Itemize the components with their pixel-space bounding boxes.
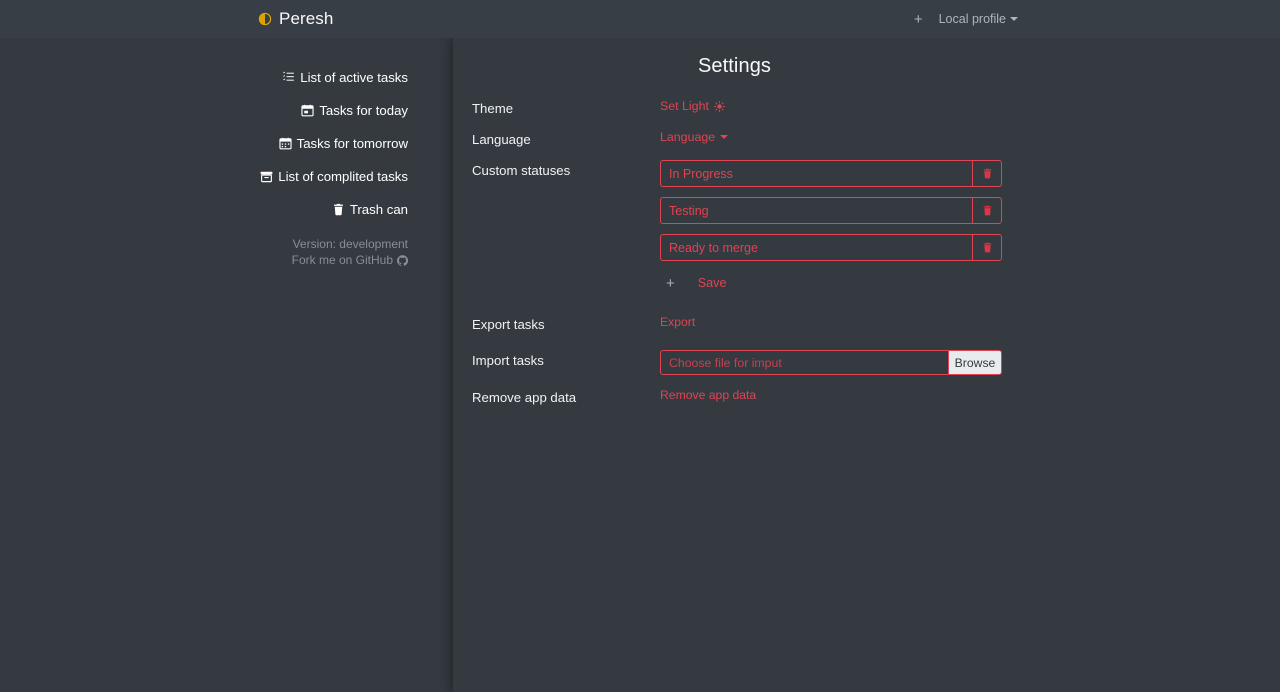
set-theme-label: Set Light xyxy=(660,99,709,113)
remove-app-data-button[interactable]: Remove app data xyxy=(660,387,756,403)
trash-icon xyxy=(332,203,345,216)
row-remove-app-data: Remove app data Remove app data xyxy=(472,387,994,417)
sidebar-nav-list: List of active tasks Tasks for today Tas… xyxy=(0,61,453,226)
export-tasks-label: Export tasks xyxy=(472,317,545,332)
trash-icon xyxy=(982,205,993,216)
plus-icon[interactable]: + xyxy=(914,12,923,27)
page-title: Settings xyxy=(697,55,772,77)
status-input[interactable] xyxy=(660,197,972,224)
row-theme: Theme Set Light xyxy=(472,98,994,129)
caret-down-icon xyxy=(720,135,729,139)
right-empty-area xyxy=(1016,38,1280,692)
sidebar-item-label: Tasks for tomorrow xyxy=(296,136,408,151)
language-label: Language xyxy=(472,132,531,147)
brand-name: Peresh xyxy=(279,9,334,28)
fork-on-github-link[interactable]: Fork me on GitHub xyxy=(292,252,408,268)
row-import-tasks: Import tasks Browse xyxy=(472,350,1002,387)
list-check-icon xyxy=(282,71,295,84)
sidebar-item-label: List of active tasks xyxy=(300,70,408,85)
language-dropdown[interactable]: Language xyxy=(660,129,729,145)
custom-statuses-label: Custom statuses xyxy=(472,163,571,178)
top-navbar: Peresh + Local profile xyxy=(0,0,1280,38)
settings-panel: Settings Theme Set Light Language Langua… xyxy=(453,38,1016,692)
sun-icon xyxy=(714,100,725,112)
sidebar-item-completed-tasks[interactable]: List of complited tasks xyxy=(0,160,453,193)
profile-label: Local profile xyxy=(938,12,1006,26)
file-input-group: Browse xyxy=(660,350,1002,375)
calendar-day-icon xyxy=(301,104,314,117)
calendar-icon xyxy=(279,137,292,150)
trash-icon xyxy=(982,168,993,179)
status-row xyxy=(660,197,1002,224)
delete-status-button[interactable] xyxy=(972,160,1002,187)
row-custom-statuses: Custom statuses In Progress Testing Read… xyxy=(472,160,1002,314)
sidebar-footer: Version: development Fork me on GitHub xyxy=(0,236,453,268)
language-dropdown-label: Language xyxy=(660,130,716,144)
remove-app-data-label: Remove app data xyxy=(472,390,577,405)
delete-status-button[interactable] xyxy=(972,234,1002,261)
sidebar-item-tasks-tomorrow[interactable]: Tasks for tomorrow xyxy=(0,127,453,160)
profile-dropdown[interactable]: Local profile xyxy=(939,12,1018,26)
sidebar: List of active tasks Tasks for today Tas… xyxy=(0,38,453,692)
browse-button[interactable]: Browse xyxy=(948,351,1001,374)
status-actions: + Save xyxy=(660,271,994,295)
sidebar-item-trash-can[interactable]: Trash can xyxy=(0,193,453,226)
import-tasks-label: Import tasks xyxy=(472,353,544,368)
set-theme-button[interactable]: Set Light xyxy=(660,98,725,114)
status-row xyxy=(660,160,1002,187)
export-button[interactable]: Export xyxy=(660,314,695,330)
sidebar-item-active-tasks[interactable]: List of active tasks xyxy=(0,61,453,94)
adjust-circle-icon xyxy=(258,12,272,26)
row-language: Language Language xyxy=(472,129,994,160)
custom-statuses-list: + Save xyxy=(660,160,1002,314)
row-export-tasks: Export tasks Export xyxy=(472,314,994,350)
fork-label: Fork me on GitHub xyxy=(291,253,393,267)
page-body: List of active tasks Tasks for today Tas… xyxy=(0,38,1280,692)
status-row xyxy=(660,234,1002,261)
trash-icon xyxy=(982,242,993,253)
settings-form: Theme Set Light Language Language Custom… xyxy=(453,78,1016,417)
sidebar-item-tasks-today[interactable]: Tasks for today xyxy=(0,94,453,127)
file-name-input[interactable] xyxy=(661,351,948,374)
brand-logo[interactable]: Peresh xyxy=(258,9,333,29)
caret-down-icon xyxy=(1010,17,1018,21)
status-input[interactable] xyxy=(660,234,972,261)
status-input[interactable] xyxy=(660,160,972,187)
delete-status-button[interactable] xyxy=(972,197,1002,224)
add-status-button[interactable]: + xyxy=(666,276,675,291)
github-icon xyxy=(397,254,408,266)
theme-label: Theme xyxy=(472,101,514,116)
version-text: Version: development xyxy=(292,237,408,251)
sidebar-item-label: Tasks for today xyxy=(319,103,408,118)
save-statuses-button[interactable]: Save xyxy=(698,276,727,290)
navbar-right-group: + Local profile xyxy=(914,12,1018,27)
sidebar-item-label: Trash can xyxy=(349,202,408,217)
sidebar-item-label: List of complited tasks xyxy=(278,169,408,184)
archive-icon xyxy=(260,170,273,183)
